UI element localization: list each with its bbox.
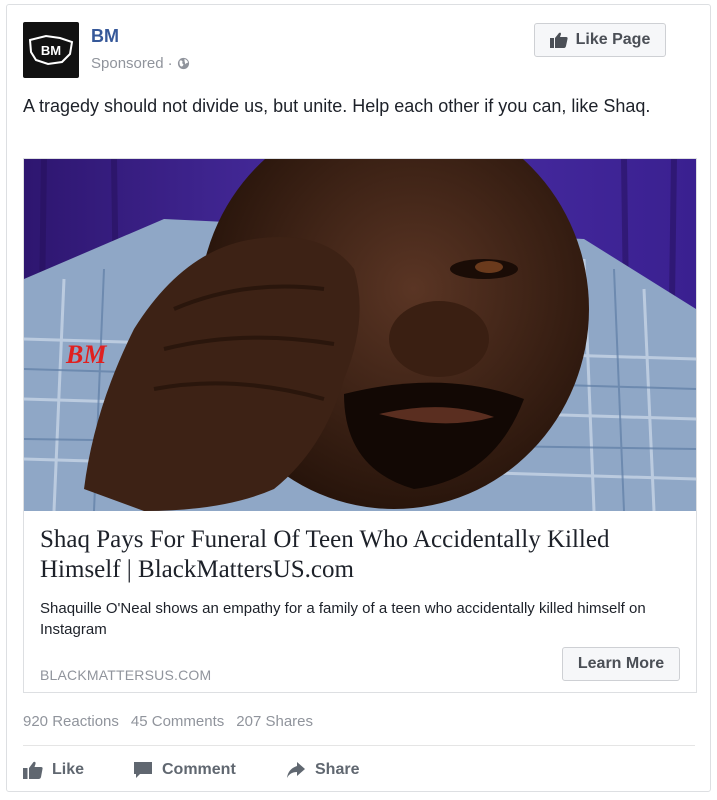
page-name-link[interactable]: BM [91,26,119,47]
attachment-description: Shaquille O'Neal shows an empathy for a … [40,600,646,638]
comments-count[interactable]: 45 Comments [131,713,224,730]
post-meta: Sponsored · [91,55,190,72]
man-wiping-eye-photo: BM [24,159,696,511]
like-page-button[interactable]: Like Page [534,23,666,57]
comment-bubble-icon [134,762,152,778]
attachment-headline[interactable]: Shaq Pays For Funeral Of Teen Who Accide… [40,525,680,585]
page-avatar[interactable]: BM [23,22,79,78]
meta-separator: · [167,55,173,72]
comment-button[interactable]: Comment [133,757,286,783]
avatar-text: BM [41,43,61,58]
attachment-photo[interactable]: BM [24,159,696,511]
photo-watermark: BM [65,340,107,369]
bm-logo-icon: BM [28,34,74,66]
share-arrow-icon [287,762,305,778]
learn-more-button[interactable]: Learn More [562,647,680,681]
post-message: A tragedy should not divide us, but unit… [23,96,651,116]
like-page-label: Like Page [575,31,651,48]
globe-icon [177,57,189,70]
share-button[interactable]: Share [286,757,406,783]
comment-label: Comment [162,761,236,778]
sponsored-label[interactable]: Sponsored [91,55,164,72]
like-button[interactable]: Like [23,757,133,783]
actions-divider [23,745,695,746]
post-actions: Like Comment Share [23,757,406,783]
thumbs-up-icon [549,32,568,48]
share-label: Share [315,761,360,778]
engagement-counts: 920 Reactions 45 Comments 207 Shares [23,713,313,730]
shares-count[interactable]: 207 Shares [236,713,313,730]
thumbs-up-icon [23,761,43,779]
like-label: Like [52,761,85,778]
link-attachment[interactable]: BM Shaq Pays For Funeral Of Teen Who Acc… [23,158,697,693]
attachment-domain: BLACKMATTERSUS.COM [40,667,212,683]
ad-post-card: BM BM Sponsored · Like Page A tragedy sh… [6,4,711,792]
reactions-count[interactable]: 920 Reactions [23,713,119,730]
